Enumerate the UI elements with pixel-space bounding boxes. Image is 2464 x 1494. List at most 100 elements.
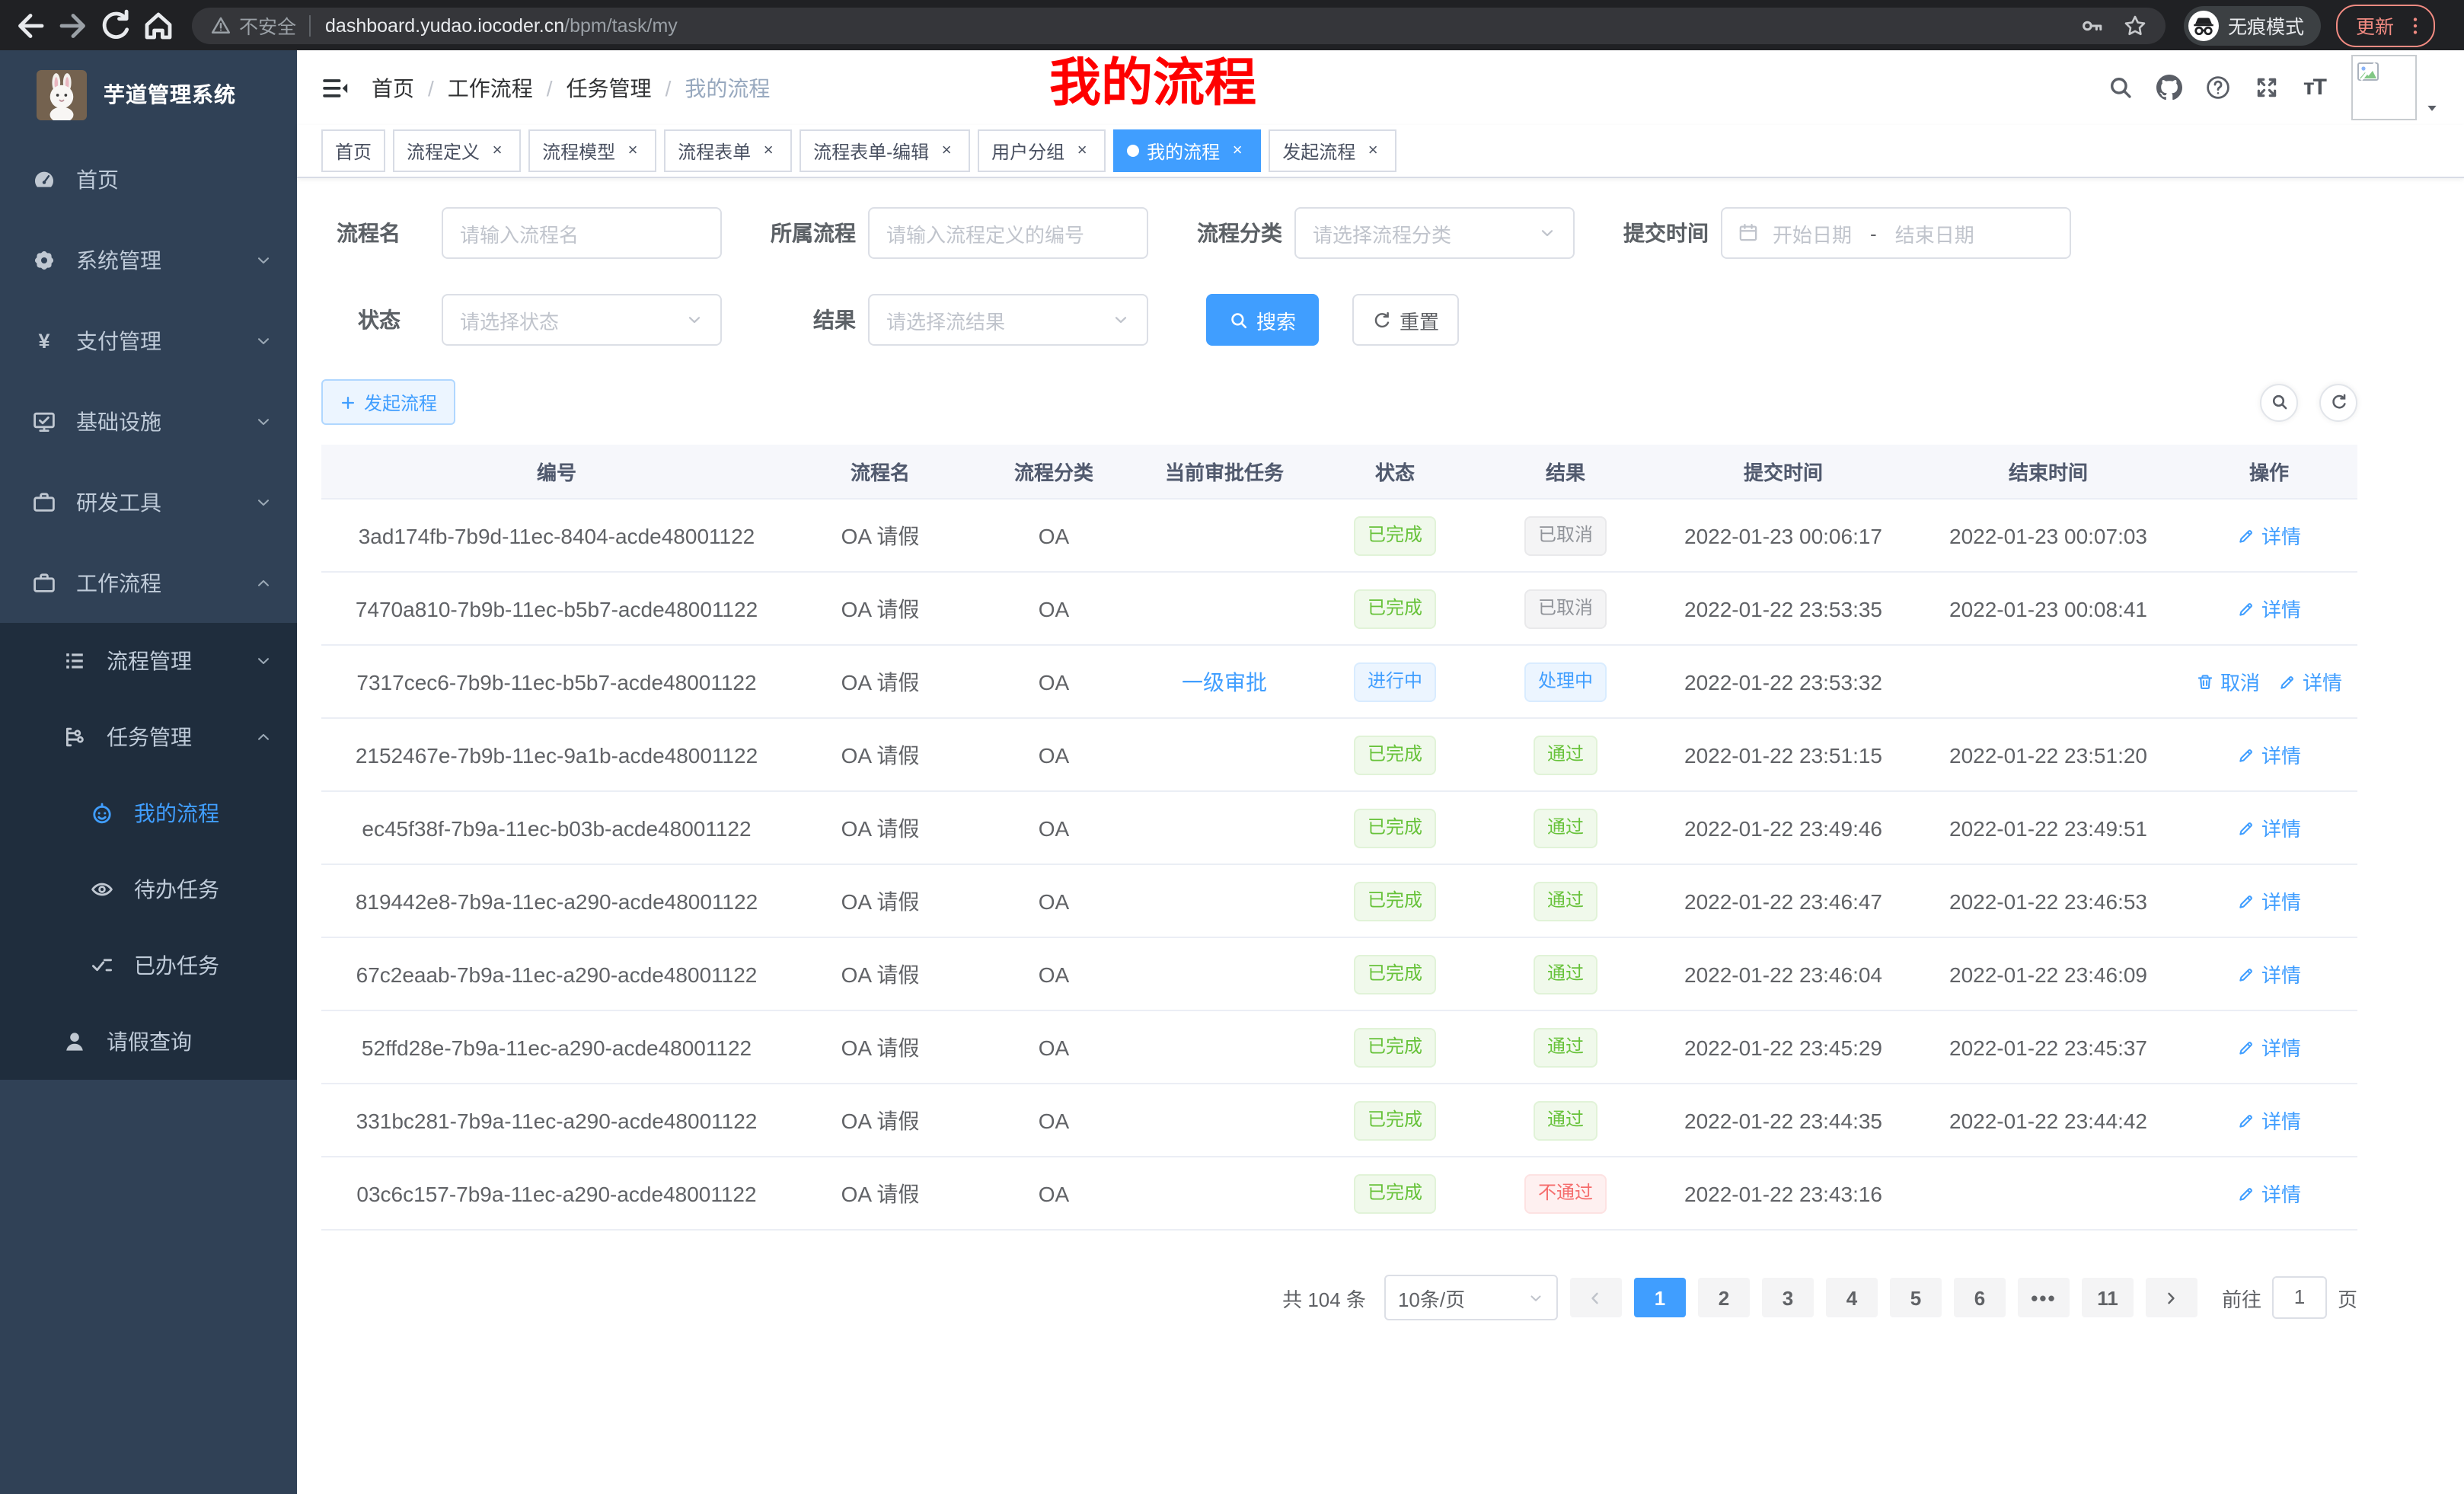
sidebar-item-系统管理[interactable]: 系统管理	[0, 219, 297, 300]
close-icon[interactable]: ×	[1363, 141, 1383, 161]
sidebar-item-任务管理[interactable]: 任务管理	[0, 699, 297, 775]
sidebar-item-首页[interactable]: 首页	[0, 139, 297, 219]
action-详情[interactable]: 详情	[2237, 1179, 2301, 1208]
close-icon[interactable]: ×	[1227, 141, 1247, 161]
close-icon[interactable]: ×	[758, 141, 778, 161]
close-icon[interactable]: ×	[487, 141, 507, 161]
sidebar-item-已办任务[interactable]: 已办任务	[0, 927, 297, 1004]
end-date-placeholder[interactable]: 结束日期	[1895, 219, 1974, 247]
more-pages-button[interactable]: •••	[2018, 1278, 2070, 1317]
brand-logo	[37, 69, 87, 120]
breadcrumb-item[interactable]: 任务管理	[567, 72, 652, 103]
address-bar[interactable]: 不安全 dashboard.yudao.iocoder.cn /bpm/task…	[192, 7, 2166, 43]
forward-icon[interactable]	[55, 7, 91, 43]
sidebar-item-流程管理[interactable]: 流程管理	[0, 623, 297, 699]
update-button[interactable]: 更新	[2336, 4, 2435, 46]
tab-我的流程[interactable]: 我的流程×	[1113, 129, 1261, 172]
cell-name: OA 请假	[792, 572, 969, 645]
cell-end-time: 2022-01-22 23:51:20	[1916, 718, 2181, 791]
submit-time-range[interactable]: 开始日期 - 结束日期	[1721, 207, 2071, 259]
status-select[interactable]: 请选择状态	[442, 294, 722, 346]
home-icon[interactable]	[140, 7, 177, 43]
cell-status: 已完成	[1310, 1084, 1480, 1157]
action-详情[interactable]: 详情	[2237, 886, 2301, 915]
tab-首页[interactable]: 首页	[321, 129, 385, 172]
browser-menu-icon[interactable]	[2405, 14, 2426, 36]
breadcrumb-separator: /	[428, 75, 434, 100]
process-name-input[interactable]: 请输入流程名	[442, 207, 722, 259]
page-button-6[interactable]: 6	[1954, 1278, 2006, 1317]
close-icon[interactable]: ×	[623, 141, 643, 161]
sidebar-item-请假查询[interactable]: 请假查询	[0, 1004, 297, 1080]
fullscreen-icon[interactable]	[2255, 75, 2280, 101]
sidebar-collapse-icon[interactable]	[321, 74, 349, 101]
search-button[interactable]: 搜索	[1206, 294, 1319, 346]
sidebar-item-工作流程[interactable]: 工作流程	[0, 542, 297, 623]
next-page-button[interactable]	[2146, 1278, 2197, 1317]
prev-page-button[interactable]	[1570, 1278, 1622, 1317]
tab-流程模型[interactable]: 流程模型×	[528, 129, 656, 172]
tab-label: 发起流程	[1282, 138, 1355, 164]
tab-发起流程[interactable]: 发起流程 ×	[1269, 129, 1396, 172]
key-icon[interactable]	[2080, 13, 2105, 37]
goto-page-input[interactable]: 1	[2272, 1276, 2327, 1319]
github-icon[interactable]	[2157, 75, 2183, 101]
cell-submit-time: 2022-01-23 00:06:17	[1651, 499, 1916, 572]
tab-用户分组[interactable]: 用户分组×	[978, 129, 1106, 172]
action-详情[interactable]: 详情	[2237, 959, 2301, 988]
action-详情[interactable]: 详情	[2237, 1106, 2301, 1135]
action-详情[interactable]: 详情	[2237, 1033, 2301, 1061]
close-icon[interactable]: ×	[937, 141, 956, 161]
help-icon[interactable]	[2206, 75, 2232, 101]
cell-status: 已完成	[1310, 937, 1480, 1010]
action-详情[interactable]: 详情	[2237, 594, 2301, 623]
sidebar-item-研发工具[interactable]: 研发工具	[0, 461, 297, 542]
tab-流程定义[interactable]: 流程定义×	[393, 129, 521, 172]
action-详情[interactable]: 详情	[2278, 667, 2342, 696]
page-button-3[interactable]: 3	[1762, 1278, 1814, 1317]
breadcrumb: 首页/工作流程/任务管理/我的流程	[372, 72, 770, 103]
start-date-placeholder[interactable]: 开始日期	[1773, 219, 1852, 247]
page-button-5[interactable]: 5	[1890, 1278, 1942, 1317]
sidebar-item-支付管理[interactable]: ¥支付管理	[0, 300, 297, 381]
action-详情[interactable]: 详情	[2237, 521, 2301, 550]
action-详情[interactable]: 详情	[2237, 813, 2301, 842]
page-button-2[interactable]: 2	[1698, 1278, 1750, 1317]
breadcrumb-item[interactable]: 首页	[372, 72, 414, 103]
category-select[interactable]: 请选择流程分类	[1294, 207, 1575, 259]
font-size-icon[interactable]: тT	[2303, 75, 2325, 101]
incognito-badge[interactable]: 无痕模式	[2184, 5, 2321, 45]
reset-button[interactable]: 重置	[1352, 294, 1459, 346]
breadcrumb-item[interactable]: 工作流程	[448, 72, 533, 103]
sidebar-item-待办任务[interactable]: 待办任务	[0, 851, 297, 927]
close-icon[interactable]: ×	[1072, 141, 1092, 161]
avatar-caret-icon[interactable]	[2424, 101, 2440, 116]
action-详情[interactable]: 详情	[2237, 740, 2301, 769]
reload-icon[interactable]	[97, 7, 134, 43]
page-size-select[interactable]: 10条/页	[1384, 1275, 1558, 1320]
tab-流程表单[interactable]: 流程表单×	[664, 129, 792, 172]
process-def-input[interactable]: 请输入流程定义的编号	[868, 207, 1148, 259]
refresh-table-button[interactable]	[2319, 383, 2357, 421]
back-icon[interactable]	[12, 7, 49, 43]
security-label[interactable]: 不安全	[239, 11, 296, 40]
page-button-1[interactable]: 1	[1634, 1278, 1686, 1317]
table-header-row: 编号流程名流程分类当前审批任务状态结果提交时间结束时间操作	[321, 445, 2357, 499]
column-header-状态: 状态	[1310, 445, 1480, 499]
current-task-link[interactable]: 一级审批	[1182, 669, 1267, 694]
user-avatar[interactable]	[2351, 55, 2440, 120]
action-取消[interactable]: 取消	[2196, 667, 2260, 696]
chevron-down-icon	[254, 331, 273, 350]
search-icon[interactable]	[2108, 75, 2134, 101]
tab-流程表单-编辑[interactable]: 流程表单-编辑×	[800, 129, 970, 172]
sidebar-item-我的流程[interactable]: 我的流程	[0, 775, 297, 851]
bookmark-star-icon[interactable]	[2123, 13, 2147, 37]
result-select[interactable]: 请选择流结果	[868, 294, 1148, 346]
pen-icon	[2237, 965, 2255, 983]
page-button-4[interactable]: 4	[1826, 1278, 1878, 1317]
page-button-11[interactable]: 11	[2082, 1278, 2134, 1317]
toggle-search-button[interactable]	[2260, 383, 2298, 421]
create-process-button[interactable]: 发起流程	[321, 379, 455, 425]
sidebar-item-基础设施[interactable]: 基础设施	[0, 381, 297, 461]
result-badge: 处理中	[1524, 662, 1607, 701]
